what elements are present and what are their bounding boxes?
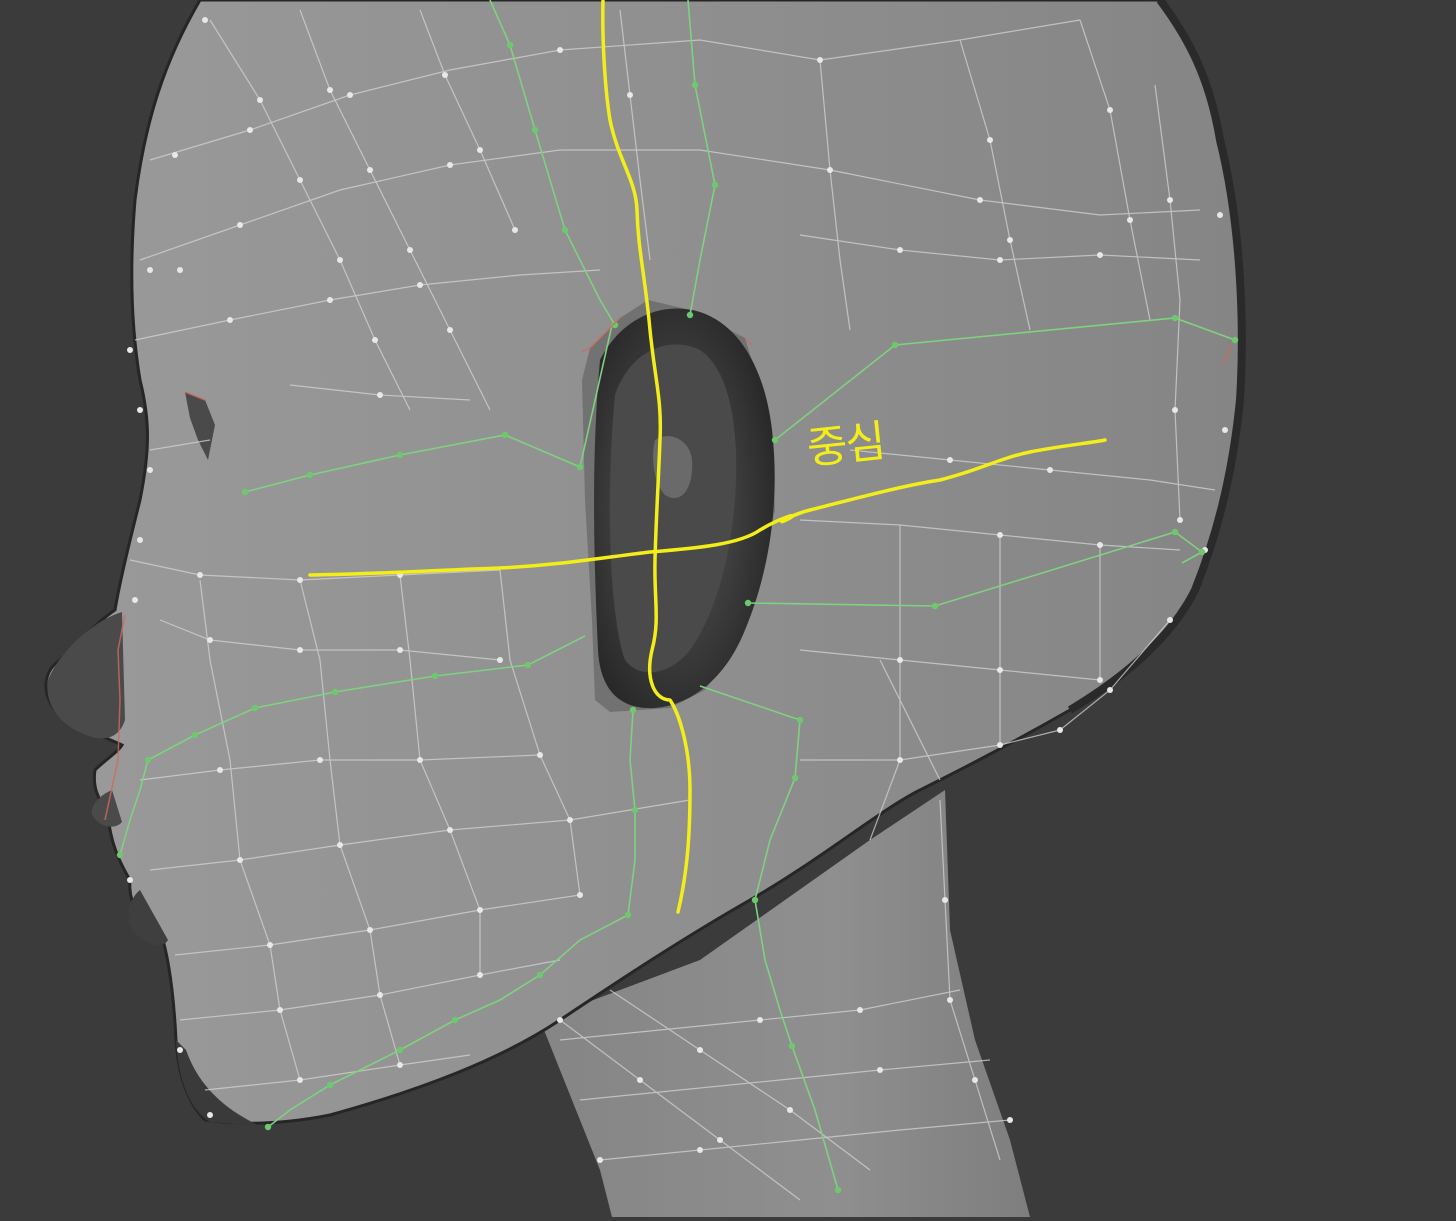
nose-tip bbox=[47, 612, 125, 739]
annotation-label: 중심 bbox=[804, 415, 887, 475]
3d-viewport[interactable]: 중심 bbox=[0, 0, 1456, 1217]
head-mesh-render bbox=[44, 0, 1246, 1217]
